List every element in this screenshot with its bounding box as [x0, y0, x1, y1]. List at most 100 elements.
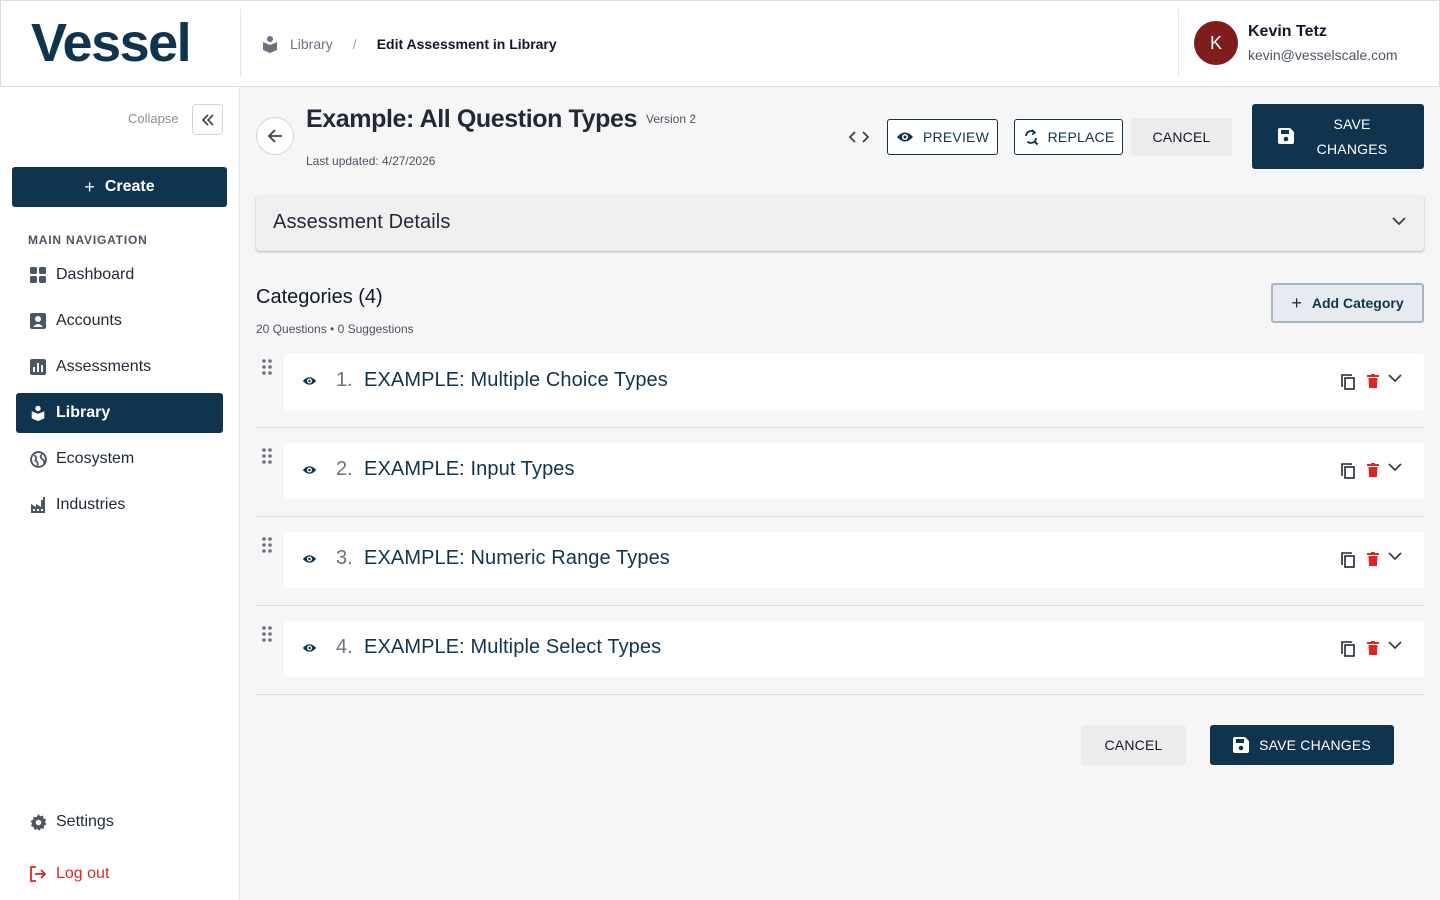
- double-chevron-left-icon: [201, 113, 214, 126]
- category-row: 1. EXAMPLE: Multiple Choice Types: [256, 354, 1424, 428]
- replace-label: REPLACE: [1047, 129, 1115, 145]
- code-icon: [848, 131, 870, 143]
- chevron-down-icon: [1392, 213, 1406, 231]
- assessment-details-title: Assessment Details: [273, 211, 451, 233]
- save-changes-label: SAVE CHANGES: [1259, 737, 1371, 753]
- globe-icon: [28, 449, 48, 469]
- trash-icon[interactable]: [1367, 463, 1379, 477]
- collapse-sidebar-button[interactable]: [192, 104, 223, 135]
- back-button[interactable]: [256, 117, 294, 155]
- floppy-disk-icon: [1278, 128, 1294, 147]
- chevron-down-icon[interactable]: [1388, 641, 1402, 650]
- create-button[interactable]: + Create: [12, 167, 227, 207]
- avatar[interactable]: K: [1194, 21, 1238, 65]
- category-card[interactable]: 4. EXAMPLE: Multiple Select Types: [284, 621, 1424, 677]
- sidebar-item-ecosystem[interactable]: Ecosystem: [16, 439, 223, 479]
- book-icon: [28, 403, 48, 423]
- chevron-down-icon[interactable]: [1388, 463, 1402, 472]
- sidebar-item-label: Dashboard: [56, 266, 135, 283]
- drag-handle-icon[interactable]: [261, 625, 273, 643]
- sidebar-item-library[interactable]: Library: [16, 393, 223, 433]
- categories-meta: 20 Questions • 0 Suggestions: [256, 322, 414, 336]
- eye-icon: [896, 131, 914, 143]
- sidebar-item-label: Accounts: [56, 312, 122, 329]
- category-card[interactable]: 3. EXAMPLE: Numeric Range Types: [284, 532, 1424, 588]
- trash-icon[interactable]: [1367, 552, 1379, 566]
- preview-label: PREVIEW: [923, 129, 989, 145]
- create-label: Create: [104, 178, 155, 195]
- sidebar-item-label: Library: [56, 404, 111, 421]
- plus-icon: +: [1291, 292, 1302, 313]
- category-row: 4. EXAMPLE: Multiple Select Types: [256, 621, 1424, 695]
- breadcrumb-separator: /: [352, 36, 357, 52]
- drag-handle-icon[interactable]: [261, 447, 273, 465]
- account-box-icon: [28, 311, 48, 331]
- sidebar-item-label: Industries: [56, 496, 126, 513]
- breadcrumb-library-link[interactable]: Library: [290, 36, 333, 52]
- breadcrumb: Library / Edit Assessment in Library: [259, 31, 557, 57]
- sidebar-item-dashboard[interactable]: Dashboard: [16, 255, 223, 295]
- category-number: 1.: [336, 369, 353, 391]
- preview-button[interactable]: PREVIEW: [887, 119, 998, 155]
- category-name: EXAMPLE: Multiple Choice Types: [364, 369, 668, 391]
- save-changes-button-bottom[interactable]: SAVE CHANGES: [1210, 725, 1394, 765]
- copy-icon[interactable]: [1341, 463, 1355, 479]
- cancel-button[interactable]: CANCEL: [1131, 118, 1232, 156]
- sidebar-item-label: Assessments: [56, 358, 152, 375]
- sidebar-item-label: Settings: [56, 813, 114, 830]
- eye-icon[interactable]: [302, 375, 317, 387]
- dashboard-icon: [28, 265, 48, 285]
- replace-button[interactable]: REPLACE: [1014, 119, 1123, 155]
- code-view-button[interactable]: [845, 125, 873, 149]
- sidebar-item-label: Ecosystem: [56, 450, 135, 467]
- eye-icon[interactable]: [302, 642, 317, 654]
- sidebar-item-accounts[interactable]: Accounts: [16, 301, 223, 341]
- add-category-label: Add Category: [1311, 295, 1404, 311]
- page-title: Example: All Question Types: [306, 105, 637, 133]
- add-category-button[interactable]: + Add Category: [1271, 283, 1424, 323]
- sidebar-item-assessments[interactable]: Assessments: [16, 347, 223, 387]
- bar-chart-icon: [28, 357, 48, 377]
- eye-icon[interactable]: [302, 553, 317, 565]
- category-card[interactable]: 2. EXAMPLE: Input Types: [284, 443, 1424, 499]
- eye-icon[interactable]: [302, 464, 317, 476]
- sidebar: Collapse + Create MAIN NAVIGATION Dashbo…: [0, 87, 240, 900]
- save-label-line2: CHANGES: [1316, 141, 1388, 157]
- chevron-down-icon[interactable]: [1388, 552, 1402, 561]
- trash-icon[interactable]: [1367, 641, 1379, 655]
- drag-handle-icon[interactable]: [261, 358, 273, 376]
- floppy-disk-icon: [1233, 737, 1250, 753]
- last-updated: Last updated: 4/27/2026: [306, 154, 436, 168]
- logout-button[interactable]: Log out: [16, 854, 223, 894]
- cancel-label: CANCEL: [1152, 129, 1211, 145]
- user-menu[interactable]: K Kevin Tetz kevin@vesselscale.com: [1194, 21, 1398, 65]
- user-name: Kevin Tetz: [1248, 23, 1327, 40]
- save-label-line1: SAVE: [1333, 116, 1371, 132]
- category-name: EXAMPLE: Input Types: [364, 458, 575, 480]
- breadcrumb-current: Edit Assessment in Library: [376, 36, 557, 52]
- categories-title: Categories (4): [256, 286, 383, 308]
- user-email: kevin@vesselscale.com: [1248, 47, 1398, 63]
- copy-icon[interactable]: [1341, 641, 1355, 657]
- copy-icon[interactable]: [1341, 552, 1355, 568]
- sidebar-item-settings[interactable]: Settings: [16, 802, 223, 842]
- drag-handle-icon[interactable]: [261, 536, 273, 554]
- top-header: Vessel Library / Edit Assessment in Libr…: [0, 0, 1440, 87]
- vessel-logo[interactable]: Vessel: [31, 15, 192, 71]
- chevron-down-icon[interactable]: [1388, 374, 1402, 383]
- save-changes-button[interactable]: SAVE CHANGES: [1252, 104, 1424, 169]
- header-divider: [240, 9, 241, 77]
- cancel-button-bottom[interactable]: CANCEL: [1081, 725, 1186, 765]
- collapse-label: Collapse: [128, 111, 179, 126]
- sidebar-item-industries[interactable]: Industries: [16, 485, 223, 525]
- copy-icon[interactable]: [1341, 374, 1355, 390]
- assessment-details-accordion[interactable]: Assessment Details: [256, 195, 1424, 251]
- category-card[interactable]: 1. EXAMPLE: Multiple Choice Types: [284, 354, 1424, 410]
- category-number: 2.: [336, 458, 353, 480]
- library-book-icon: [259, 33, 281, 55]
- plus-icon: +: [84, 176, 95, 197]
- user-info: Kevin Tetz kevin@vesselscale.com: [1248, 21, 1398, 65]
- category-row: 2. EXAMPLE: Input Types: [256, 443, 1424, 517]
- nav-heading: MAIN NAVIGATION: [28, 233, 148, 247]
- trash-icon[interactable]: [1367, 374, 1379, 388]
